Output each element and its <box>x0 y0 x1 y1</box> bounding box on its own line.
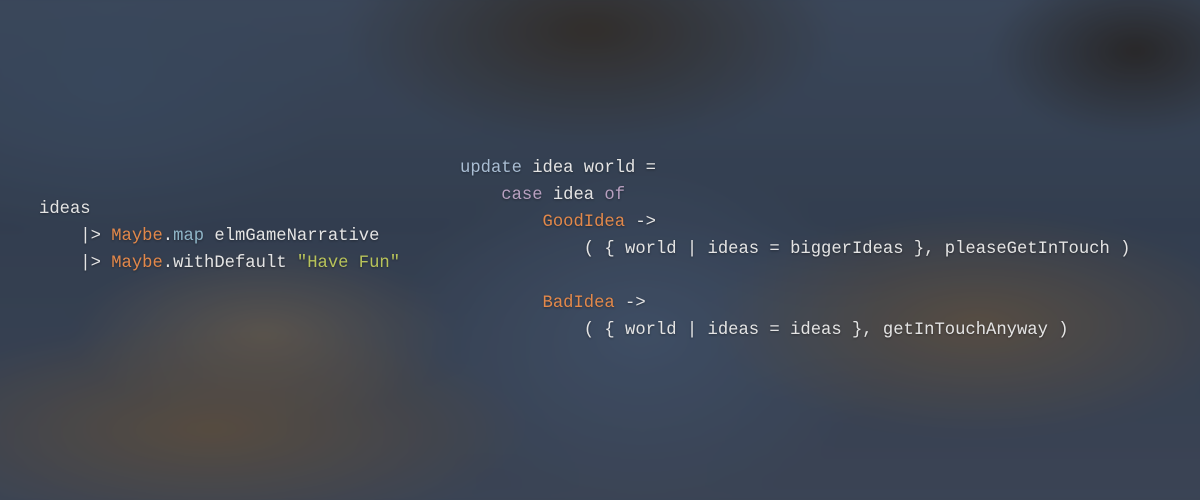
code-pipe-operator: |> <box>80 227 112 246</box>
code-line: case idea of <box>460 182 1130 209</box>
code-case-keyword: case <box>501 186 543 205</box>
code-line: update idea world = <box>460 155 1130 182</box>
code-argument: elmGameNarrative <box>204 227 380 246</box>
code-line: ideas <box>39 196 400 223</box>
code-module-name: Maybe <box>111 254 163 273</box>
pipeline-code-snippet: ideas |> Maybe.map elmGameNarrative |> M… <box>39 196 400 277</box>
code-constructor: GoodIdea <box>542 213 626 232</box>
code-pipe-operator: |> <box>80 254 112 273</box>
code-line: ( { world | ideas = biggerIdeas }, pleas… <box>460 236 1131 263</box>
update-function-code-snippet: update idea world = case idea of GoodIde… <box>460 155 1130 344</box>
code-line: |> Maybe.withDefault "Have Fun" <box>39 250 400 277</box>
code-function-call: .withDefault <box>162 254 297 273</box>
code-function-name: map <box>173 227 205 246</box>
code-identifier: ideas <box>39 200 91 219</box>
code-signature: idea world = <box>521 159 656 178</box>
code-arrow: -> <box>614 294 646 313</box>
code-line: ( { world | ideas = ideas }, getInTouchA… <box>460 317 1130 344</box>
code-line: |> Maybe.map elmGameNarrative <box>39 223 400 250</box>
code-line: BadIdea -> <box>460 290 1130 317</box>
code-expression: ( { world | ideas = biggerIdeas }, pleas… <box>583 240 1131 259</box>
code-line: GoodIdea -> <box>460 209 1130 236</box>
code-case-subject: idea <box>542 186 605 205</box>
code-of-keyword: of <box>604 186 626 205</box>
code-constructor: BadIdea <box>542 294 615 313</box>
code-string-literal: "Have Fun" <box>296 254 401 273</box>
code-function-keyword: update <box>460 159 522 178</box>
code-module-name: Maybe <box>111 227 163 246</box>
code-expression: ( { world | ideas = ideas }, getInTouchA… <box>583 321 1069 340</box>
code-arrow: -> <box>625 213 656 232</box>
code-dot: . <box>162 227 174 246</box>
